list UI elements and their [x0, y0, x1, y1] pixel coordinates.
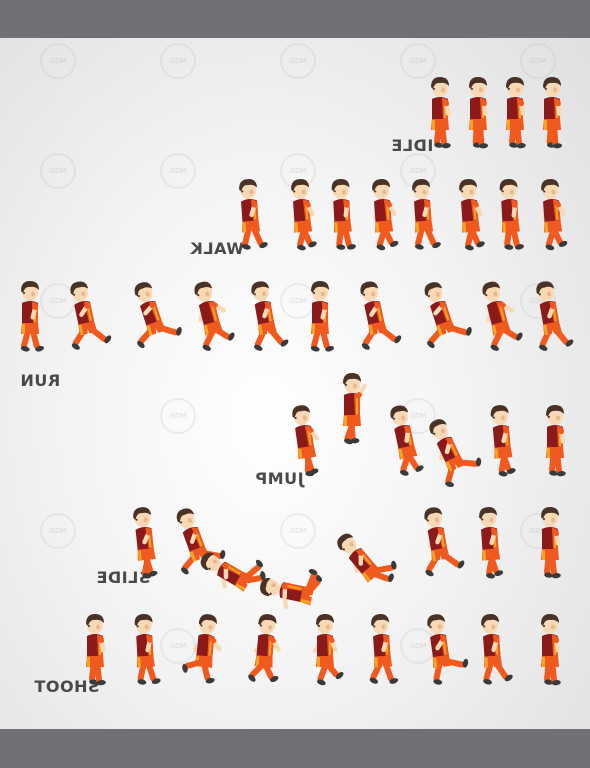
- shoot-frame-1: [86, 614, 106, 686]
- run-frame-4: [194, 281, 235, 351]
- walk-frame-5: [412, 179, 441, 250]
- watermark-logo: GDM: [40, 43, 76, 79]
- idle-frame-2: [469, 77, 489, 149]
- slide-frame-8: [541, 507, 561, 579]
- shoot-frame-4: [248, 614, 281, 682]
- run-frame-5: [251, 281, 289, 351]
- walk-frame-7: [499, 179, 524, 250]
- top-bar: [0, 0, 590, 38]
- run-frame-2: [70, 281, 112, 350]
- jump-frame-3: [390, 405, 424, 476]
- walk-frame-1: [239, 179, 268, 250]
- walk-frame-6: [459, 179, 485, 251]
- slide-frame-1: [133, 507, 158, 579]
- label-run: RUN: [20, 371, 61, 390]
- walk-frame-3: [331, 179, 356, 250]
- idle-frame-1: [431, 77, 451, 149]
- shoot-frame-8: [481, 614, 513, 685]
- slide-frame-6: [424, 507, 465, 577]
- jump-frame-6: [546, 405, 566, 477]
- watermark-logo: GDM: [40, 153, 76, 189]
- walk-frame-2: [291, 179, 317, 251]
- jump-frame-1: [292, 405, 320, 477]
- shoot-frame-7: [427, 614, 469, 685]
- walk-frame-8: [541, 179, 568, 251]
- watermark-logo: GDM: [160, 398, 196, 434]
- run-frame-10: [536, 281, 574, 351]
- run-frame-1: [20, 281, 45, 352]
- jump-frame-4: [429, 419, 482, 488]
- shoot-frame-6: [369, 614, 399, 684]
- run-frame-8: [424, 282, 472, 349]
- slide-frame-7: [479, 507, 504, 579]
- bottom-bar: [0, 729, 590, 768]
- jump-frame-2: [343, 373, 367, 445]
- idle-frame-4: [543, 77, 563, 149]
- run-frame-6: [310, 281, 335, 352]
- shoot-frame-3: [182, 614, 222, 684]
- sprite-sheet: IDLE WALK RUN JUMP SLIDE SHOOT GDM GDM GDM…: [0, 38, 590, 729]
- watermark-logo: GDM: [160, 43, 196, 79]
- watermark-logo: GDM: [280, 43, 316, 79]
- watermark-logo: GDM: [160, 153, 196, 189]
- run-frame-9: [482, 281, 523, 351]
- shoot-frame-5: [312, 614, 344, 686]
- walk-frame-4: [372, 179, 399, 251]
- run-frame-3: [134, 282, 182, 349]
- watermark-logo: GDM: [40, 513, 76, 549]
- shoot-frame-2: [134, 614, 161, 685]
- shoot-frame-9: [541, 614, 561, 686]
- jump-frame-5: [490, 405, 516, 477]
- watermark-logo: GDM: [280, 513, 316, 549]
- run-frame-7: [360, 281, 402, 350]
- idle-frame-3: [506, 77, 526, 149]
